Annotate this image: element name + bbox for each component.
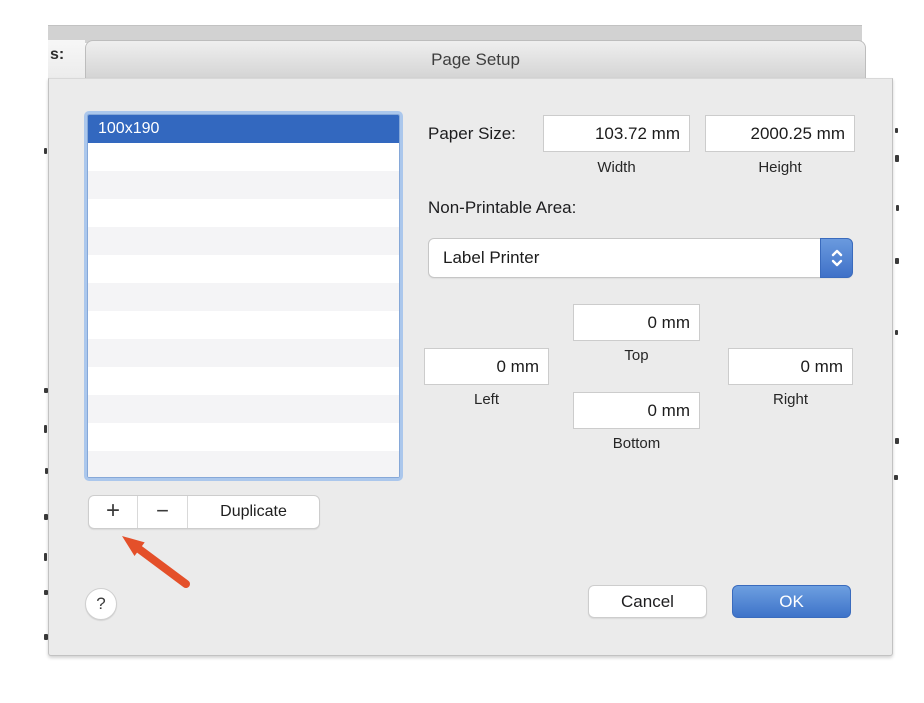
list-item-100x190[interactable]: 100x190 <box>88 115 399 143</box>
paper-height-input[interactable] <box>705 115 855 152</box>
help-button[interactable]: ? <box>85 588 117 620</box>
background-artifact <box>895 155 899 162</box>
sheet-title: Page Setup <box>431 49 520 69</box>
duplicate-button[interactable]: Duplicate <box>188 496 319 528</box>
background-artifact <box>44 553 47 561</box>
sheet-titlebar: Page Setup <box>85 40 866 78</box>
paper-width-input[interactable] <box>543 115 690 152</box>
list-actions-group: + − Duplicate <box>88 495 320 529</box>
add-button[interactable]: + <box>89 496 138 528</box>
background-text-fragment: s: <box>48 40 85 78</box>
paper-size-label: Paper Size: <box>428 124 516 143</box>
background-artifact <box>895 438 899 444</box>
background-artifact <box>44 425 47 433</box>
background-artifact <box>895 330 898 335</box>
paper-width-label: Width <box>597 159 636 176</box>
margin-bottom-input[interactable] <box>573 392 700 429</box>
background-artifact <box>44 148 47 154</box>
non-printable-area-select[interactable]: Label Printer <box>428 238 853 278</box>
margin-left-label: Left <box>473 391 500 408</box>
margin-top-label: Top <box>624 347 649 364</box>
background-artifact <box>894 475 898 480</box>
background-artifact <box>896 205 899 211</box>
remove-button[interactable]: − <box>138 496 188 528</box>
chevron-up-down-icon <box>820 238 853 278</box>
cancel-button[interactable]: Cancel <box>588 585 707 618</box>
ok-button[interactable]: OK <box>732 585 851 618</box>
margin-bottom-label: Bottom <box>612 435 661 452</box>
page-setup-sheet: s: Page Setup 100x190 + − Duplicate Pape… <box>0 0 924 703</box>
paper-height-label: Height <box>758 159 802 176</box>
background-artifact <box>895 128 898 133</box>
margin-top-input[interactable] <box>573 304 700 341</box>
margin-left-input[interactable] <box>424 348 549 385</box>
paper-size-list[interactable]: 100x190 <box>84 111 403 481</box>
paper-size-list-inner: 100x190 <box>87 114 400 478</box>
non-printable-area-label: Non-Printable Area: <box>428 198 577 217</box>
non-printable-area-selected-option: Label Printer <box>443 248 540 267</box>
list-empty-rows <box>88 143 399 477</box>
margin-right-input[interactable] <box>728 348 853 385</box>
margin-right-label: Right <box>772 391 809 408</box>
background-artifact <box>895 258 899 264</box>
